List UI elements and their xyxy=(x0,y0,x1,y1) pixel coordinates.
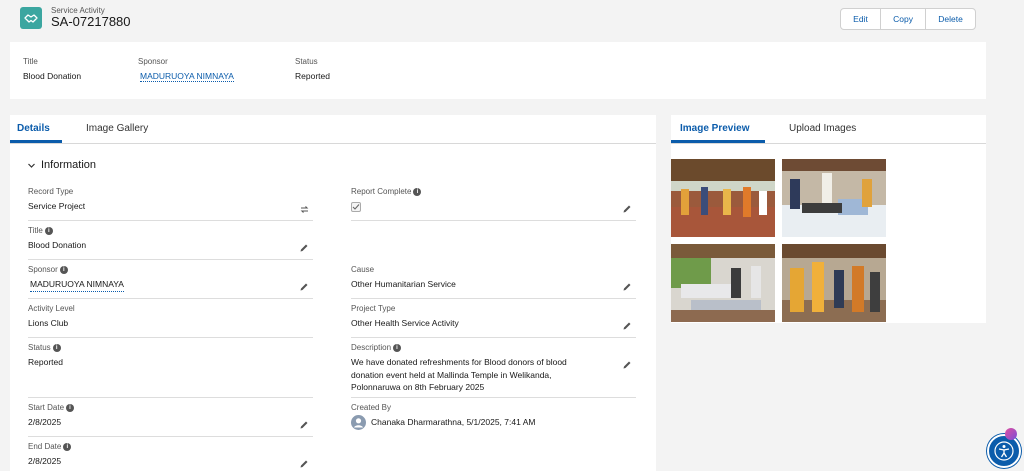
highlight-status-label: Status xyxy=(295,57,318,66)
image-preview-panel: Image Preview Upload Images xyxy=(671,115,986,323)
field-divider xyxy=(28,397,313,398)
record-type-value: Service Project xyxy=(28,201,86,211)
notification-badge-icon xyxy=(1005,428,1017,440)
report-complete-label-text: Report Complete xyxy=(351,187,412,196)
title-label: Title i xyxy=(28,226,53,235)
field-divider xyxy=(28,337,313,338)
description-line: Polonnaruwa on 8th February 2025 xyxy=(351,382,485,392)
record-type-label: Record Type xyxy=(28,187,74,196)
status-value: Reported xyxy=(28,357,63,367)
start-date-label-text: Start Date xyxy=(28,403,65,412)
project-type-value: Other Health Service Activity xyxy=(351,318,459,328)
tab-image-preview[interactable]: Image Preview xyxy=(680,123,749,134)
info-icon[interactable]: i xyxy=(393,343,402,352)
copy-button[interactable]: Copy xyxy=(881,9,927,29)
sponsor-label: Sponsor i xyxy=(28,265,68,274)
created-by-user-link[interactable]: Chanaka Dharmarathna xyxy=(371,416,462,429)
sponsor-link[interactable]: MADURUOYA NIMNAYA xyxy=(30,278,124,292)
highlight-sponsor-label: Sponsor xyxy=(138,57,168,66)
gallery-thumbnail[interactable] xyxy=(782,159,886,237)
description-label-text: Description xyxy=(351,343,392,352)
edit-sponsor-pencil-icon[interactable] xyxy=(299,282,309,292)
chevron-down-icon xyxy=(28,163,35,168)
gallery-thumbnail[interactable] xyxy=(782,244,886,322)
sponsor-label-text: Sponsor xyxy=(28,265,58,274)
highlights-panel: Title Blood Donation Sponsor MADURUOYA N… xyxy=(10,42,986,99)
start-date-label: Start Date i xyxy=(28,403,75,412)
highlight-status-value: Reported xyxy=(295,71,330,81)
record-actions: Edit Copy Delete xyxy=(840,8,976,30)
tab-divider xyxy=(671,143,986,144)
field-divider xyxy=(28,220,313,221)
created-by-value: Chanaka Dharmarathna , 5/1/2025, 7:41 AM xyxy=(351,415,535,430)
tab-divider xyxy=(10,143,656,144)
end-date-label: End Date i xyxy=(28,442,72,451)
details-panel: Details Image Gallery Information Record… xyxy=(10,115,656,471)
edit-description-pencil-icon[interactable] xyxy=(622,360,632,370)
description-label: Description i xyxy=(351,343,402,352)
tab-details[interactable]: Details xyxy=(17,123,50,134)
project-type-label: Project Type xyxy=(351,304,396,313)
created-by-label: Created By xyxy=(351,403,392,412)
field-divider xyxy=(28,436,313,437)
edit-start-date-pencil-icon[interactable] xyxy=(299,420,309,430)
report-complete-label: Report Complete i xyxy=(351,187,422,196)
info-icon[interactable]: i xyxy=(52,343,61,352)
highlight-title-value: Blood Donation xyxy=(23,71,82,81)
cause-label: Cause xyxy=(351,265,375,274)
end-date-label-text: End Date xyxy=(28,442,62,451)
title-label-text: Title xyxy=(28,226,43,235)
field-divider xyxy=(28,298,313,299)
edit-button[interactable]: Edit xyxy=(841,9,881,29)
highlight-sponsor-link[interactable]: MADURUOYA NIMNAYA xyxy=(140,71,234,82)
title-value: Blood Donation xyxy=(28,240,87,250)
field-divider xyxy=(351,298,636,299)
description-value: We have donated refreshments for Blood d… xyxy=(351,356,616,394)
service-activity-icon xyxy=(20,7,42,29)
user-avatar-icon xyxy=(351,415,366,430)
field-divider xyxy=(351,397,636,398)
field-divider xyxy=(351,220,636,221)
edit-cause-pencil-icon[interactable] xyxy=(622,282,632,292)
checkmark-icon xyxy=(352,204,360,210)
edit-end-date-pencil-icon[interactable] xyxy=(299,459,309,469)
highlight-title-label: Title xyxy=(23,57,38,66)
edit-project-type-pencil-icon[interactable] xyxy=(622,321,632,331)
edit-report-complete-pencil-icon[interactable] xyxy=(622,204,632,214)
activity-level-value: Lions Club xyxy=(28,318,69,328)
info-icon[interactable]: i xyxy=(59,265,68,274)
accessibility-icon xyxy=(994,441,1014,461)
edit-title-pencil-icon[interactable] xyxy=(299,243,309,253)
delete-button[interactable]: Delete xyxy=(926,9,975,29)
description-line: We have donated refreshments for Blood d… xyxy=(351,357,567,367)
end-date-value: 2/8/2025 xyxy=(28,456,62,466)
gallery-thumbnail[interactable] xyxy=(671,244,775,322)
description-line: donation event held at Mallinda Temple i… xyxy=(351,369,552,380)
field-divider xyxy=(28,259,313,260)
tab-image-gallery[interactable]: Image Gallery xyxy=(86,123,148,134)
start-date-value: 2/8/2025 xyxy=(28,417,62,427)
record-number: SA-07217880 xyxy=(51,14,131,29)
status-label: Status i xyxy=(28,343,61,352)
info-icon[interactable]: i xyxy=(44,226,53,235)
handshake-icon xyxy=(24,14,38,23)
created-by-timestamp: , 5/1/2025, 7:41 AM xyxy=(461,417,536,428)
change-record-type-icon[interactable] xyxy=(299,204,310,215)
info-icon[interactable]: i xyxy=(63,442,72,451)
section-title: Information xyxy=(41,159,97,171)
status-label-text: Status xyxy=(28,343,51,352)
activity-level-label: Activity Level xyxy=(28,304,75,313)
accessibility-button[interactable] xyxy=(987,434,1021,468)
information-section-toggle[interactable]: Information xyxy=(27,159,96,171)
info-icon[interactable]: i xyxy=(66,403,75,412)
report-complete-checkbox xyxy=(351,202,361,212)
info-icon[interactable]: i xyxy=(413,187,422,196)
field-divider xyxy=(351,337,636,338)
tab-upload-images[interactable]: Upload Images xyxy=(789,123,856,134)
gallery-thumbnail[interactable] xyxy=(671,159,775,237)
cause-value: Other Humanitarian Service xyxy=(351,279,456,289)
